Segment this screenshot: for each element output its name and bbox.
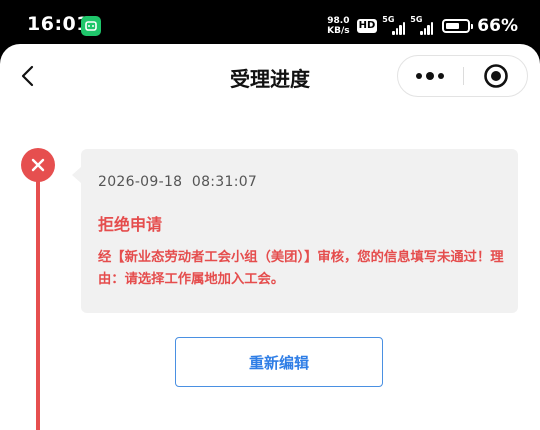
signal-icon-2: 5G (410, 15, 434, 35)
progress-timestamp: 2026-09-18 08:31:07 (98, 174, 258, 190)
signal-label-1: 5G (382, 15, 395, 24)
battery-fill (446, 23, 460, 29)
network-speed-unit: KB/s (327, 26, 350, 36)
timeline-status-marker (21, 148, 55, 182)
close-mini-program-button[interactable] (464, 56, 527, 96)
battery-icon (442, 19, 474, 33)
more-dots-icon (416, 72, 444, 80)
progress-status: 拒绝申请 (98, 215, 163, 234)
progress-card: 2026-09-18 08:31:07 拒绝申请 经【新业态劳动者工会小组（美团… (81, 149, 518, 313)
nav-bar: 受理进度 (0, 44, 540, 108)
hd-badge: HD (356, 19, 378, 33)
card-pointer (72, 167, 81, 183)
timeline-line (36, 166, 40, 430)
signal-icon-1: 5G (382, 15, 406, 35)
progress-message: 经【新业态劳动者工会小组（美团）】审核，您的信息填写未通过！理由：请选择工作属地… (98, 250, 504, 287)
page: 受理进度 2026-09-18 08:31:07 拒绝申请 经【新业态劳动者工会… (0, 44, 540, 430)
close-icon (31, 158, 45, 172)
app-notification-icon (81, 16, 101, 36)
target-circle-icon (483, 64, 508, 88)
network-speed-value: 98.0 (327, 16, 350, 26)
network-speed: 98.0 KB/s (327, 16, 349, 36)
battery-percent: 66% (477, 16, 518, 36)
mini-program-capsule (397, 55, 528, 97)
reedit-button[interactable]: 重新编辑 (175, 337, 383, 387)
signal-label-2: 5G (410, 15, 423, 24)
more-button[interactable] (398, 56, 462, 96)
status-indicators: 98.0 KB/s HD 5G 5G 66% (327, 14, 518, 38)
